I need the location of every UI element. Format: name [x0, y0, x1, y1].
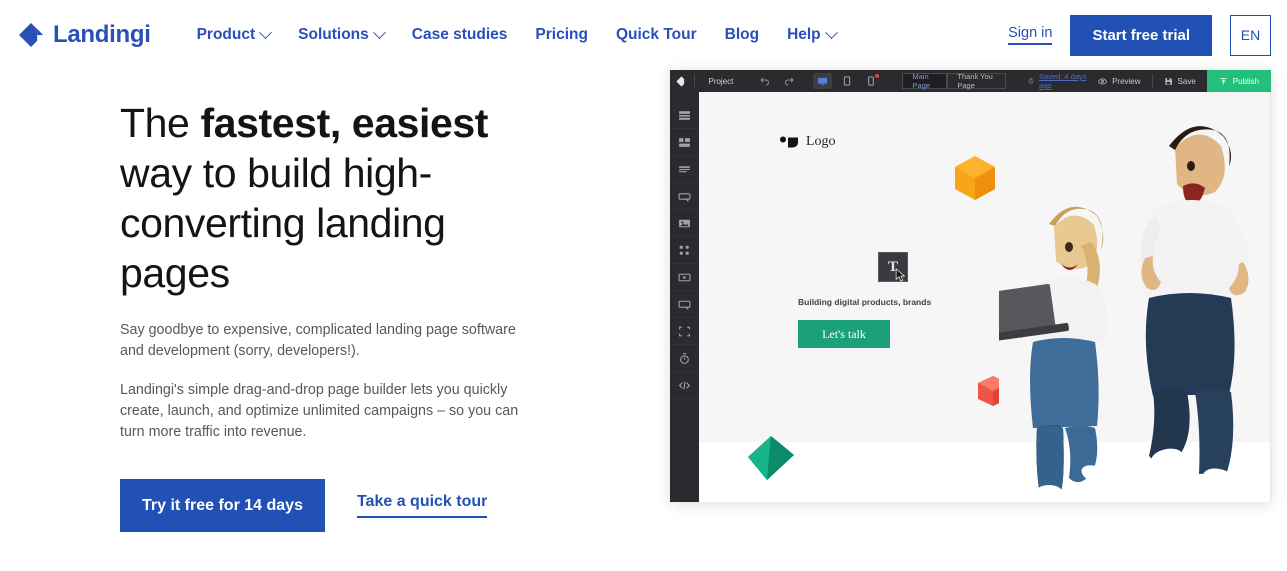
countdown-timer-icon[interactable]: [670, 345, 699, 372]
builder-canvas[interactable]: Logo Building digital products, brands L…: [699, 92, 1271, 502]
logo-text: Landingi: [53, 21, 151, 48]
upload-icon: [1220, 77, 1227, 84]
social-icons-icon[interactable]: [670, 237, 699, 264]
page-title: The fastest, easiest way to build high-c…: [120, 98, 490, 298]
hero-paragraph-2: Landingi's simple drag-and-drop page bui…: [120, 382, 519, 440]
tablet-view-icon[interactable]: [837, 73, 856, 89]
save-status: Saved: 4 days ago: [1028, 72, 1087, 90]
nav-item-case-studies[interactable]: Case studies: [412, 26, 508, 44]
save-button[interactable]: Save: [1153, 70, 1207, 92]
hero-visual: Project Main Page Thank You Page Saved: …: [670, 70, 1287, 571]
hero-paragraph-1: Say goodbye to expensive, complicated la…: [120, 322, 516, 359]
video-icon[interactable]: [670, 264, 699, 291]
main-navigation: Product Solutions Case studies Pricing Q…: [196, 25, 838, 44]
nav-label: Quick Tour: [615, 26, 697, 43]
nav-label: Help: [787, 26, 821, 43]
undo-arrow-icon[interactable]: [759, 75, 771, 87]
mobile-view-icon[interactable]: [861, 73, 880, 89]
diamond-logo-icon: [18, 22, 44, 48]
publish-button[interactable]: Publish: [1206, 70, 1271, 92]
text-block-icon[interactable]: [670, 156, 699, 183]
page-tab-main[interactable]: Main Page: [902, 72, 948, 90]
preview-label: Preview: [1112, 76, 1141, 86]
publish-label: Publish: [1232, 76, 1260, 86]
site-header: Landingi Product Solutions Case studies …: [0, 0, 1287, 70]
start-free-trial-button[interactable]: Start free trial: [1070, 14, 1212, 56]
abstract-logo-icon: [779, 135, 801, 149]
language-switcher-button[interactable]: EN: [1230, 14, 1271, 56]
button-icon[interactable]: [670, 183, 699, 210]
nav-item-blog[interactable]: Blog: [725, 26, 759, 44]
notification-badge: [875, 74, 880, 78]
orange-hexagon-shape: [955, 156, 995, 200]
sections-icon[interactable]: [670, 102, 699, 129]
title-emphasis: fastest, easiest: [200, 100, 489, 146]
logo[interactable]: Landingi: [18, 21, 151, 49]
landingi-mark-icon[interactable]: [670, 75, 694, 87]
nav-item-product[interactable]: Product: [196, 25, 273, 44]
disk-icon: [1165, 77, 1172, 85]
page-tab-thank-you[interactable]: Thank You Page: [947, 72, 1006, 90]
take-a-quick-tour-link[interactable]: Take a quick tour: [356, 493, 488, 518]
nav-label: Blog: [724, 26, 760, 43]
try-it-free-button[interactable]: Try it free for 14 days: [120, 479, 325, 532]
nav-label: Case studies: [411, 26, 508, 43]
chevron-down-icon: [372, 25, 386, 39]
nav-item-help[interactable]: Help: [787, 25, 838, 44]
nav-label: Product: [196, 26, 256, 43]
canvas-edge: [1270, 92, 1271, 502]
box-icon[interactable]: [670, 318, 699, 345]
header-actions: Sign in Start free trial EN: [1008, 14, 1271, 56]
hero-section: The fastest, easiest way to build high-c…: [0, 70, 1287, 571]
chevron-down-icon: [259, 25, 273, 39]
redo-arrow-icon[interactable]: [783, 75, 795, 87]
desktop-view-icon[interactable]: [813, 73, 833, 89]
hero-cta-row: Try it free for 14 days Take a quick tou…: [120, 479, 670, 532]
save-label: Save: [1177, 76, 1196, 86]
jumping-couple-with-laptop-photo: [999, 92, 1271, 502]
title-rest: way to build high-converting landing pag…: [120, 150, 446, 296]
nav-label: Solutions: [298, 26, 369, 43]
title-prefix: The: [120, 100, 201, 146]
builder-body: Logo Building digital products, brands L…: [670, 92, 1271, 502]
builder-app-screenshot: Project Main Page Thank You Page Saved: …: [670, 70, 1271, 502]
history-controls: [747, 75, 807, 87]
project-label[interactable]: Project: [694, 77, 747, 86]
toolbar-actions: Preview Save Publish: [1087, 70, 1271, 92]
nav-item-solutions[interactable]: Solutions: [298, 25, 386, 44]
image-icon[interactable]: [670, 210, 699, 237]
builder-toolbar: Project Main Page Thank You Page Saved: …: [670, 70, 1271, 92]
device-preview-switcher: [807, 73, 880, 89]
nav-item-quick-tour[interactable]: Quick Tour: [616, 26, 697, 44]
eye-icon: [1098, 77, 1108, 85]
clock-icon: [1028, 78, 1034, 84]
sign-in-link[interactable]: Sign in: [1008, 25, 1053, 45]
mouse-cursor-icon: [895, 268, 906, 282]
nav-label: Pricing: [535, 26, 588, 43]
nav-item-pricing[interactable]: Pricing: [535, 26, 588, 44]
saved-label[interactable]: Saved: 4 days ago: [1039, 72, 1087, 90]
canvas-cta-button[interactable]: Let's talk: [798, 320, 890, 348]
preview-button[interactable]: Preview: [1087, 70, 1151, 92]
green-tetrahedron-shape: [748, 436, 794, 480]
page-tabs: Main Page Thank You Page: [902, 72, 1006, 90]
hero-copy: The fastest, easiest way to build high-c…: [0, 70, 670, 571]
canvas-logo[interactable]: Logo: [779, 134, 836, 150]
html-code-icon[interactable]: [670, 372, 699, 399]
chevron-down-icon: [824, 25, 838, 39]
canvas-logo-text: Logo: [806, 134, 836, 149]
form-icon[interactable]: [670, 291, 699, 318]
canvas-tagline: Building digital products, brands: [798, 297, 932, 307]
builder-sidebar: [670, 92, 699, 502]
grid-blocks-icon[interactable]: [670, 129, 699, 156]
